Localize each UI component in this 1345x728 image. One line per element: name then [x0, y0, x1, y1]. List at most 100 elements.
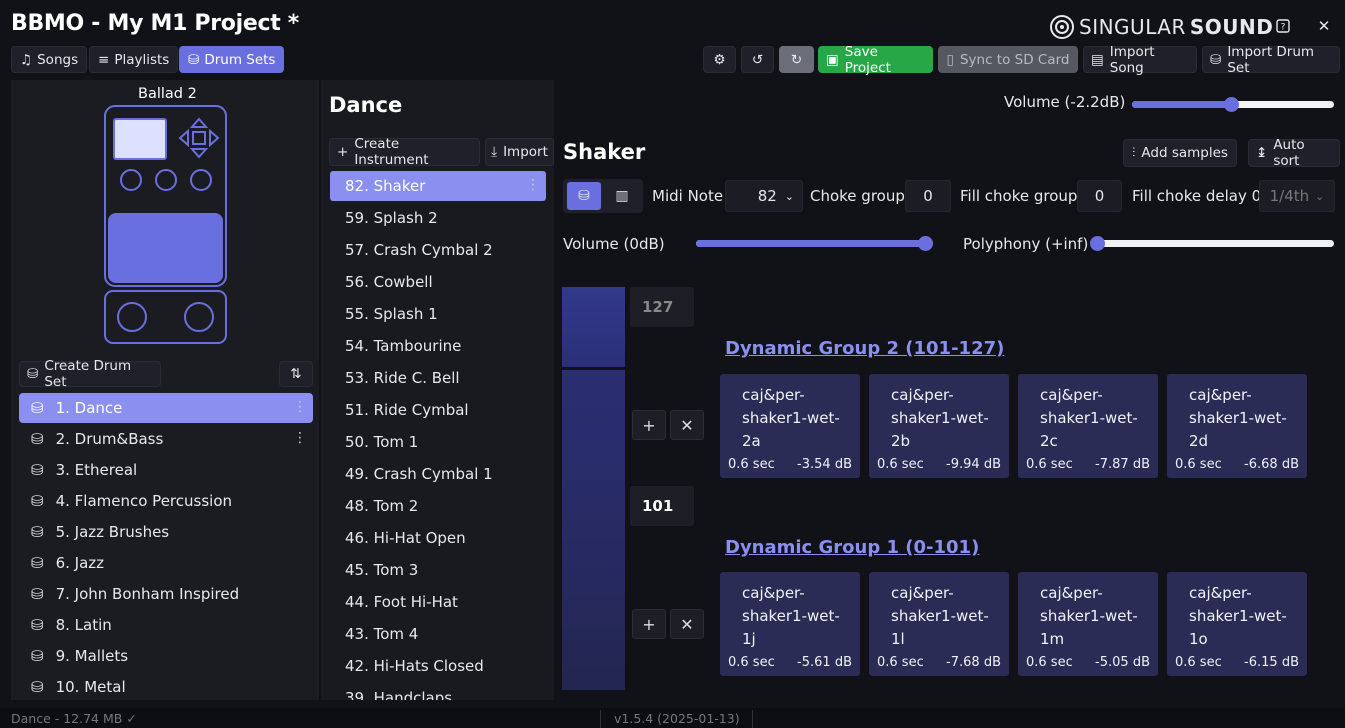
instrument-volume-thumb[interactable]	[918, 236, 933, 251]
help-button[interactable]: ?	[1270, 14, 1296, 38]
fill-choke-delay-label: Fill choke delay 0	[1132, 187, 1262, 205]
drumset-item[interactable]: ⛁ 6. Jazz	[19, 548, 313, 578]
save-project-button[interactable]: ▣ Save Project	[818, 44, 933, 76]
choke-group-label: Choke group	[810, 187, 905, 205]
settings-button[interactable]: ⚙	[703, 46, 736, 73]
drumset-item[interactable]: ⛁ 2. Drum&Bass ⋮	[19, 424, 313, 454]
sample-gain: -6.15 dB	[1244, 655, 1299, 670]
midi-note-select[interactable]: 82 ⌄	[725, 180, 803, 212]
velocity-bar-group-1[interactable]	[562, 370, 625, 690]
sd-card-icon: ▯	[946, 51, 954, 68]
sample-card[interactable]: caj&per-shaker1-wet-2c 0.6 sec -7.87 dB	[1018, 374, 1158, 478]
instrument-item[interactable]: 39. Handclaps	[330, 683, 546, 700]
more-options-icon[interactable]: ⋮	[293, 430, 307, 446]
sync-sd-button[interactable]: ▯ Sync to SD Card	[938, 46, 1078, 73]
polyphony-thumb[interactable]	[1090, 236, 1105, 251]
instrument-item[interactable]: 55. Splash 1	[330, 299, 546, 329]
playlist-icon: ≡	[98, 51, 110, 68]
nav-drumsets[interactable]: ⛁ Drum Sets	[179, 46, 285, 73]
nav-playlists[interactable]: ≡ Playlists	[89, 46, 179, 73]
instrument-item[interactable]: 56. Cowbell	[330, 267, 546, 297]
add-group-2-button[interactable]: +	[632, 410, 666, 440]
instrument-item[interactable]: 48. Tom 2	[330, 491, 546, 521]
sample-duration: 0.6 sec	[877, 457, 924, 472]
instrument-item[interactable]: 45. Tom 3	[330, 555, 546, 585]
kit-volume-slider[interactable]	[1132, 97, 1334, 112]
instrument-item[interactable]: 44. Foot Hi-Hat	[330, 587, 546, 617]
sample-card[interactable]: caj&per-shaker1-wet-2b 0.6 sec -9.94 dB	[869, 374, 1009, 478]
sort-drumsets-button[interactable]: ⇅	[279, 361, 313, 387]
instrument-item[interactable]: 59. Splash 2	[330, 203, 546, 233]
sample-card[interactable]: caj&per-shaker1-wet-2a 0.6 sec -3.54 dB	[720, 374, 860, 478]
polyphony-slider[interactable]	[1090, 236, 1334, 251]
choke-group-input[interactable]: 0	[905, 180, 951, 212]
drumset-item[interactable]: ⛁ 5. Jazz Brushes	[19, 517, 313, 547]
drumset-item[interactable]: ⛁ 1. Dance ⋮	[19, 393, 313, 423]
nav-songs[interactable]: ♫ Songs	[11, 46, 88, 73]
drumset-item[interactable]: ⛁ 4. Flamenco Percussion	[19, 486, 313, 516]
instrument-item[interactable]: 57. Crash Cymbal 2	[330, 235, 546, 265]
velocity-split-box[interactable]: 101	[630, 486, 694, 526]
instrument-item[interactable]: 51. Ride Cymbal	[330, 395, 546, 425]
sync-sd-label: Sync to SD Card	[959, 51, 1070, 68]
sample-card[interactable]: caj&per-shaker1-wet-1j 0.6 sec -5.61 dB	[720, 572, 860, 676]
instrument-item[interactable]: 53. Ride C. Bell	[330, 363, 546, 393]
instrument-item[interactable]: 50. Tom 1	[330, 427, 546, 457]
instrument-item[interactable]: 82. Shaker ⋮	[330, 171, 546, 201]
drumset-item[interactable]: ⛁ 3. Ethereal	[19, 455, 313, 485]
sample-card[interactable]: caj&per-shaker1-wet-1l 0.6 sec -7.68 dB	[869, 572, 1009, 676]
more-options-icon[interactable]: ⋮	[526, 177, 540, 193]
status-divider	[600, 710, 601, 728]
import-instrument-button[interactable]: ⤓ Import	[485, 138, 554, 166]
sample-duration: 0.6 sec	[728, 457, 775, 472]
add-samples-button[interactable]: ⫶ Add samples	[1123, 139, 1237, 167]
instrument-label: 46. Hi-Hat Open	[345, 529, 466, 547]
close-window-button[interactable]: ✕	[1311, 14, 1337, 38]
sample-name: caj&per-shaker1-wet-1j	[742, 584, 840, 648]
keyboard-view-button[interactable]: ▥	[605, 182, 639, 210]
instrument-item[interactable]: 42. Hi-Hats Closed	[330, 651, 546, 681]
instrument-item[interactable]: 54. Tambourine	[330, 331, 546, 361]
instrument-item[interactable]: 46. Hi-Hat Open	[330, 523, 546, 553]
sample-gain: -9.94 dB	[946, 457, 1001, 472]
drumset-item[interactable]: ⛁ 7. John Bonham Inspired	[19, 579, 313, 609]
import-drumset-button[interactable]: ⛁ Import Drum Set	[1202, 44, 1340, 76]
view-toggle: ⛁ ▥	[563, 179, 643, 213]
instrument-label: 42. Hi-Hats Closed	[345, 657, 484, 675]
instrument-volume-label: Volume (0dB)	[563, 235, 665, 253]
sample-gain: -5.05 dB	[1095, 655, 1150, 670]
drumset-item[interactable]: ⛁ 10. Metal	[19, 672, 313, 702]
sample-card[interactable]: caj&per-shaker1-wet-1o 0.6 sec -6.15 dB	[1167, 572, 1307, 676]
instrument-item[interactable]: 43. Tom 4	[330, 619, 546, 649]
fill-choke-delay-select[interactable]: 1/4th ⌄	[1259, 180, 1335, 212]
undo-button[interactable]: ↺	[741, 46, 774, 73]
import-icon: ⤓	[491, 144, 498, 160]
remove-group-2-button[interactable]: ✕	[670, 410, 704, 440]
drumset-item[interactable]: ⛁ 9. Mallets	[19, 641, 313, 671]
create-drumset-button[interactable]: ⛁ Create Drum Set	[19, 358, 161, 390]
velocity-split-value: 101	[642, 497, 674, 515]
drumset-label: 4. Flamenco Percussion	[55, 492, 232, 510]
drumset-item[interactable]: ⛁ 8. Latin	[19, 610, 313, 640]
redo-button[interactable]: ↻	[779, 46, 814, 73]
kit-volume-thumb[interactable]	[1224, 97, 1239, 112]
auto-sort-button[interactable]: ↨ Auto sort	[1248, 137, 1340, 169]
drum-view-button[interactable]: ⛁	[567, 182, 601, 210]
drum-icon: ⛁	[188, 51, 200, 68]
nav-playlists-label: Playlists	[114, 51, 170, 68]
add-group-1-button[interactable]: +	[632, 609, 666, 639]
more-options-icon[interactable]: ⋮	[293, 399, 307, 415]
velocity-bar-group-2[interactable]	[562, 287, 625, 367]
create-instrument-button[interactable]: + Create Instrument	[329, 136, 480, 168]
remove-group-1-button[interactable]: ✕	[670, 609, 704, 639]
instrument-volume-slider[interactable]	[696, 236, 933, 251]
sample-card[interactable]: caj&per-shaker1-wet-1m 0.6 sec -5.05 dB	[1018, 572, 1158, 676]
instrument-item[interactable]: 49. Crash Cymbal 1	[330, 459, 546, 489]
sample-duration: 0.6 sec	[1175, 655, 1222, 670]
gear-icon: ⚙	[713, 51, 726, 68]
sample-duration: 0.6 sec	[877, 655, 924, 670]
fill-choke-group-input[interactable]: 0	[1077, 180, 1122, 212]
import-song-button[interactable]: ▤ Import Song	[1083, 44, 1197, 76]
keyboard-icon: ▥	[615, 188, 629, 204]
sample-card[interactable]: caj&per-shaker1-wet-2d 0.6 sec -6.68 dB	[1167, 374, 1307, 478]
